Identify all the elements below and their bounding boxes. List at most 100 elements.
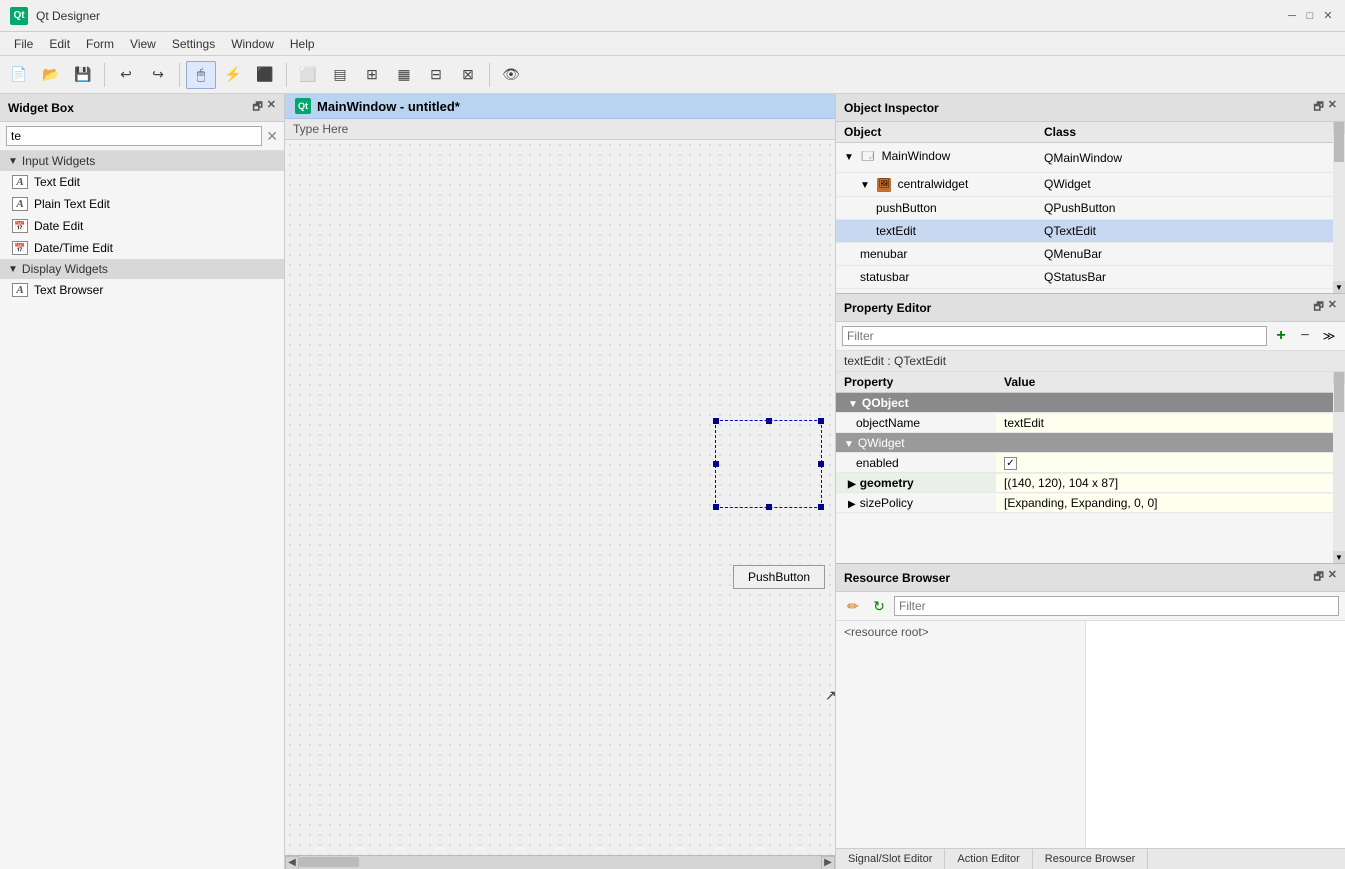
pe-add-btn[interactable]: + [1271, 326, 1291, 346]
pe-more-btn[interactable]: ≫ [1319, 326, 1339, 346]
canvas-content[interactable]: PushButton ↖ [285, 140, 835, 855]
scroll-track[interactable] [299, 856, 821, 869]
menu-settings[interactable]: Settings [164, 35, 223, 53]
pe-filter-input[interactable] [842, 326, 1267, 346]
pe-enabled-checkbox[interactable]: ✓ [1004, 457, 1017, 470]
menu-help[interactable]: Help [282, 35, 323, 53]
object-inspector: Object Inspector 🗗 ✕ Object Class ▼ 🗔 Ma… [836, 94, 1345, 294]
minimize-button[interactable]: ─ [1285, 9, 1299, 23]
tb-layout-v-btn[interactable]: ▤ [325, 61, 355, 89]
tb-new-btn[interactable]: 📄 [4, 61, 34, 89]
widget-item-textbrowser[interactable]: A Text Browser [0, 279, 284, 301]
tab-resource-browser[interactable]: Resource Browser [1033, 849, 1148, 869]
handle-mid-right[interactable] [818, 461, 824, 467]
menu-window[interactable]: Window [223, 35, 282, 53]
tb-layout-grid-btn[interactable]: ⊞ [357, 61, 387, 89]
pe-enabled-value[interactable]: ✓ [996, 453, 1345, 472]
oi-row-statusbar[interactable]: statusbar QStatusBar [836, 266, 1345, 289]
pe-sizepolicy-arrow[interactable]: ▶ [848, 499, 856, 510]
widget-box-close-btn[interactable]: ✕ [267, 98, 276, 117]
oi-row-centralwidget[interactable]: ▼ 🖼 centralwidget QWidget [836, 173, 1345, 197]
tb-undo-btn[interactable]: ↩ [111, 61, 141, 89]
menu-form[interactable]: Form [78, 35, 122, 53]
oi-row-menubar[interactable]: menubar QMenuBar [836, 243, 1345, 266]
widget-search-bar: ✕ [0, 122, 284, 151]
pe-scroll-thumb[interactable] [1334, 372, 1344, 412]
scroll-thumb[interactable] [299, 857, 359, 867]
menu-view[interactable]: View [122, 35, 164, 53]
pe-row-sizepolicy[interactable]: ▶sizePolicy [Expanding, Expanding, 0, 0] [836, 493, 1345, 513]
rb-restore-btn[interactable]: 🗗 [1313, 568, 1323, 587]
scroll-left-arrow[interactable]: ◀ [285, 856, 299, 869]
scroll-right-arrow[interactable]: ▶ [821, 856, 835, 869]
pe-row-geometry[interactable]: ▶geometry [(140, 120), 104 x 87] [836, 473, 1345, 493]
tb-layout-break2-btn[interactable]: ⊠ [453, 61, 483, 89]
widget-section-input[interactable]: ▼ Input Widgets [0, 151, 284, 171]
handle-top-right[interactable] [818, 418, 824, 424]
pe-sizepolicy-value[interactable]: [Expanding, Expanding, 0, 0] [996, 494, 1345, 512]
bottom-tabs: Signal/Slot Editor Action Editor Resourc… [836, 848, 1345, 869]
tb-layout-break-btn[interactable]: ⊟ [421, 61, 451, 89]
pe-scrollbar[interactable]: ▲ ▼ [1333, 372, 1345, 563]
oi-scrollbar[interactable]: ▲ ▼ [1333, 122, 1345, 293]
canvas-menu-placeholder[interactable]: Type Here [285, 119, 835, 140]
handle-bottom-right[interactable] [818, 504, 824, 510]
rb-filter-input[interactable] [894, 596, 1339, 616]
pe-geometry-value[interactable]: [(140, 120), 104 x 87] [996, 474, 1345, 492]
canvas-pushbutton-widget[interactable]: PushButton [733, 565, 825, 589]
rb-close-btn[interactable]: ✕ [1328, 568, 1337, 587]
tb-preview-btn[interactable]: 👁 [496, 61, 526, 89]
rb-files[interactable] [1086, 621, 1345, 848]
canvas-scrollbar-horizontal[interactable]: ◀ ▶ [285, 855, 835, 869]
handle-top-left[interactable] [713, 418, 719, 424]
pe-row-enabled[interactable]: enabled ✓ [836, 453, 1345, 473]
tb-layout-form-btn[interactable]: ▦ [389, 61, 419, 89]
pe-geometry-arrow[interactable]: ▶ [848, 479, 856, 490]
menu-file[interactable]: File [6, 35, 41, 53]
tb-save-btn[interactable]: 💾 [68, 61, 98, 89]
tb-connect-btn[interactable]: ⚡ [218, 61, 248, 89]
widget-item-datetimeedit[interactable]: 📅 Date/Time Edit [0, 237, 284, 259]
tb-pointer-btn[interactable]: 🖱 [186, 61, 216, 89]
pe-objectname-value[interactable]: textEdit [996, 414, 1345, 432]
handle-bottom-left[interactable] [713, 504, 719, 510]
widget-search-input[interactable] [6, 126, 262, 146]
close-button[interactable]: ✕ [1321, 9, 1335, 23]
rb-refresh-btn[interactable]: ↻ [868, 595, 890, 617]
pe-close-btn[interactable]: ✕ [1328, 298, 1337, 317]
widget-item-plaintextedit[interactable]: A Plain Text Edit [0, 193, 284, 215]
rb-tree[interactable]: <resource root> [836, 621, 1086, 848]
tb-redo-btn[interactable]: ↪ [143, 61, 173, 89]
widget-item-dateedit[interactable]: 📅 Date Edit [0, 215, 284, 237]
pe-restore-btn[interactable]: 🗗 [1313, 298, 1323, 317]
pe-scroll-down[interactable]: ▼ [1333, 551, 1345, 563]
widget-search-clear-btn[interactable]: ✕ [266, 128, 278, 145]
canvas-textedit-widget[interactable] [715, 420, 822, 508]
oi-row-pushbutton[interactable]: pushButton QPushButton [836, 197, 1345, 220]
oi-centralwidget-arrow: ▼ [860, 180, 870, 191]
pe-remove-btn[interactable]: − [1295, 326, 1315, 346]
widget-section-display[interactable]: ▼ Display Widgets [0, 259, 284, 279]
oi-close-btn[interactable]: ✕ [1328, 98, 1337, 117]
menu-edit[interactable]: Edit [41, 35, 78, 53]
pe-row-objectname[interactable]: objectName textEdit [836, 413, 1345, 433]
rb-edit-btn[interactable]: ✏ [842, 595, 864, 617]
oi-row-mainwindow[interactable]: ▼ 🗔 MainWindow QMainWindow [836, 143, 1345, 173]
tab-action-editor[interactable]: Action Editor [945, 849, 1032, 869]
oi-scroll-thumb[interactable] [1334, 122, 1344, 162]
textedit-label: Text Edit [34, 175, 80, 189]
widget-box-restore-btn[interactable]: 🗗 [252, 98, 262, 117]
handle-mid-left[interactable] [713, 461, 719, 467]
tb-taborder-btn[interactable]: ⬛ [250, 61, 280, 89]
handle-top-mid[interactable] [766, 418, 772, 424]
widget-item-textedit[interactable]: A Text Edit [0, 171, 284, 193]
tb-open-btn[interactable]: 📂 [36, 61, 66, 89]
rb-header-controls: 🗗 ✕ [1313, 568, 1337, 587]
oi-restore-btn[interactable]: 🗗 [1313, 98, 1323, 117]
oi-row-textedit[interactable]: textEdit QTextEdit [836, 220, 1345, 243]
handle-bottom-mid[interactable] [766, 504, 772, 510]
maximize-button[interactable]: □ [1303, 9, 1317, 23]
tb-layout-h-btn[interactable]: ⬜ [293, 61, 323, 89]
oi-scroll-down[interactable]: ▼ [1333, 281, 1345, 293]
tab-signal-slot[interactable]: Signal/Slot Editor [836, 849, 945, 869]
